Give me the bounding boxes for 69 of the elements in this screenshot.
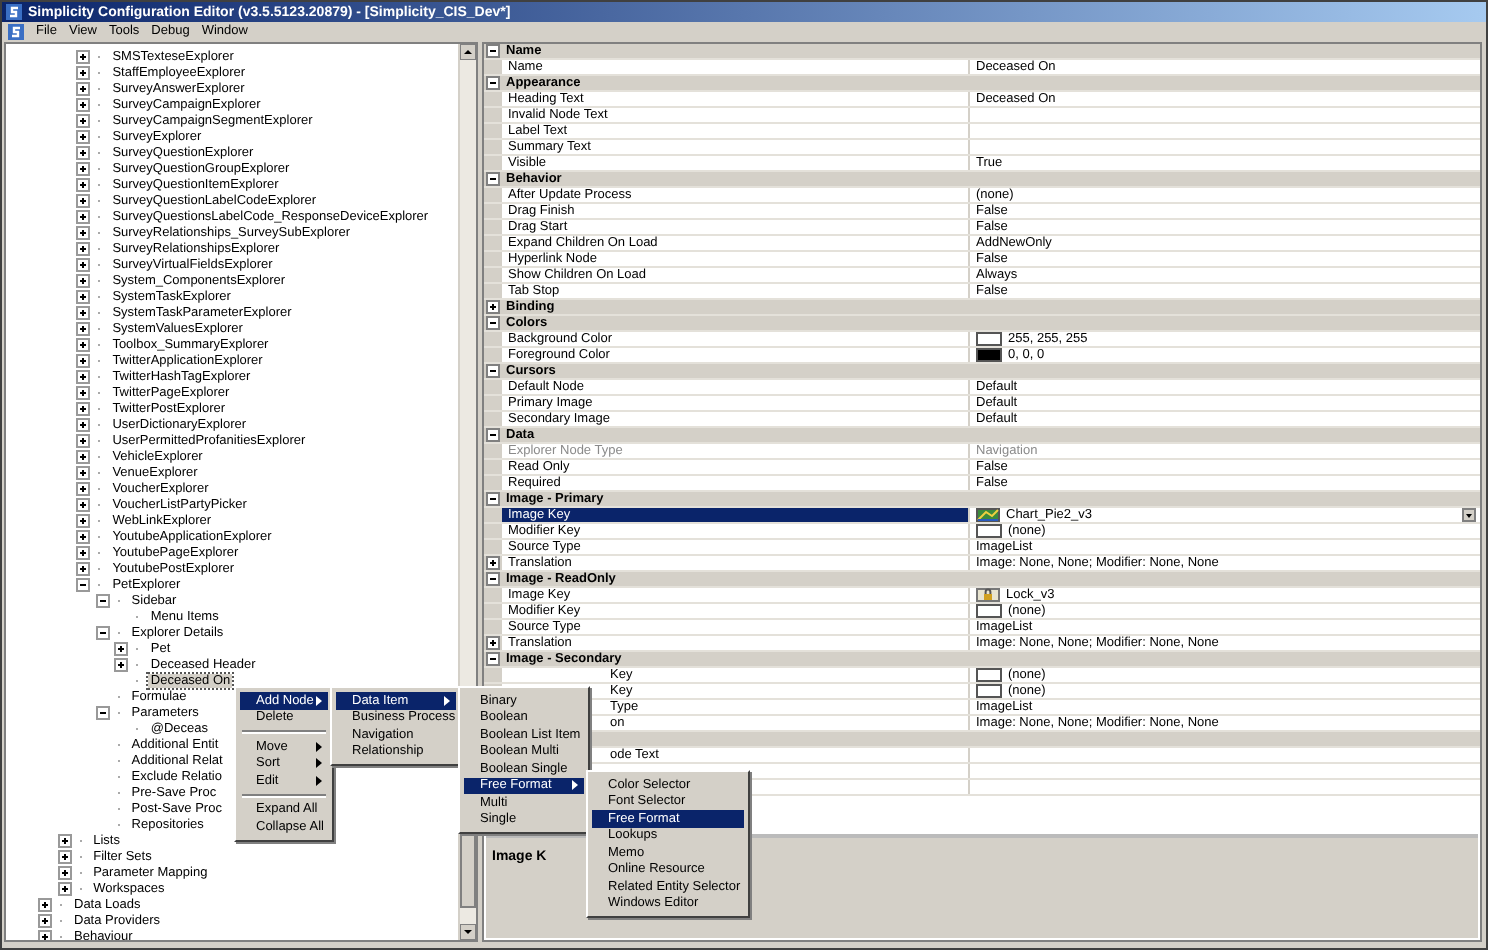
submenu-arrow-icon — [444, 695, 450, 706]
collapse-icon[interactable] — [486, 428, 500, 442]
chart-icon — [976, 508, 1000, 522]
expand-icon[interactable] — [38, 897, 52, 911]
expand-icon[interactable] — [76, 369, 91, 383]
expand-icon[interactable] — [76, 561, 91, 575]
expand-icon[interactable] — [76, 337, 91, 351]
expand-icon[interactable] — [76, 97, 91, 111]
expand-icon[interactable] — [76, 177, 91, 191]
collapse-icon[interactable] — [95, 625, 110, 639]
expand-icon[interactable] — [57, 865, 72, 879]
expand-icon[interactable] — [76, 433, 91, 447]
expand-icon[interactable] — [76, 241, 91, 255]
expand-icon[interactable] — [114, 657, 129, 671]
collapse-icon[interactable] — [486, 572, 500, 586]
expand-icon[interactable] — [76, 449, 91, 463]
expand-icon[interactable] — [76, 129, 91, 143]
collapse-icon[interactable] — [95, 705, 110, 719]
expand-icon[interactable] — [76, 289, 91, 303]
expand-icon[interactable] — [76, 209, 91, 223]
expand-icon[interactable] — [76, 49, 91, 63]
submenu-arrow-icon — [572, 780, 578, 791]
expand-icon[interactable] — [76, 321, 91, 335]
expand-icon[interactable] — [76, 193, 91, 207]
expand-icon[interactable] — [38, 929, 52, 940]
collapse-icon[interactable] — [486, 364, 500, 378]
collapse-icon[interactable] — [486, 44, 500, 58]
scroll-up-icon[interactable] — [460, 44, 476, 60]
expand-icon[interactable] — [76, 465, 91, 479]
expand-icon[interactable] — [76, 513, 91, 527]
app-logo-icon[interactable] — [8, 23, 24, 39]
scroll-down-icon[interactable] — [460, 924, 476, 940]
expand-icon[interactable] — [57, 881, 72, 895]
collapse-icon[interactable] — [76, 577, 91, 591]
app-logo-icon — [6, 4, 22, 20]
expand-icon[interactable] — [76, 257, 91, 271]
expand-icon[interactable] — [486, 636, 500, 650]
expand-icon[interactable] — [486, 300, 500, 314]
empty-image-swatch — [976, 524, 1002, 538]
expand-icon[interactable] — [76, 529, 91, 543]
expand-icon[interactable] — [76, 481, 91, 495]
collapse-icon[interactable] — [95, 593, 110, 607]
expand-icon[interactable] — [76, 417, 91, 431]
expand-icon[interactable] — [76, 353, 91, 367]
expand-icon[interactable] — [76, 65, 91, 79]
expand-icon[interactable] — [76, 113, 91, 127]
expand-icon[interactable] — [57, 833, 72, 847]
expand-icon[interactable] — [76, 545, 91, 559]
collapse-icon[interactable] — [486, 652, 500, 666]
expand-icon[interactable] — [486, 556, 500, 570]
expand-icon[interactable] — [76, 81, 91, 95]
expand-icon[interactable] — [76, 497, 91, 511]
expand-icon[interactable] — [76, 145, 91, 159]
expand-icon[interactable] — [114, 641, 129, 655]
expand-icon[interactable] — [57, 849, 72, 863]
expand-icon[interactable] — [76, 401, 91, 415]
empty-image-swatch — [976, 604, 1002, 618]
expand-icon[interactable] — [76, 305, 91, 319]
submenu-arrow-icon — [316, 695, 322, 706]
collapse-icon[interactable] — [486, 492, 500, 506]
expand-icon[interactable] — [76, 273, 91, 287]
collapse-icon[interactable] — [486, 172, 500, 186]
dropdown-arrow-icon[interactable] — [1462, 508, 1476, 522]
collapse-icon[interactable] — [486, 316, 500, 330]
expand-icon[interactable] — [76, 161, 91, 175]
expand-icon[interactable] — [76, 385, 91, 399]
expand-icon[interactable] — [38, 913, 52, 927]
expand-icon[interactable] — [76, 225, 91, 239]
collapse-icon[interactable] — [486, 76, 500, 90]
